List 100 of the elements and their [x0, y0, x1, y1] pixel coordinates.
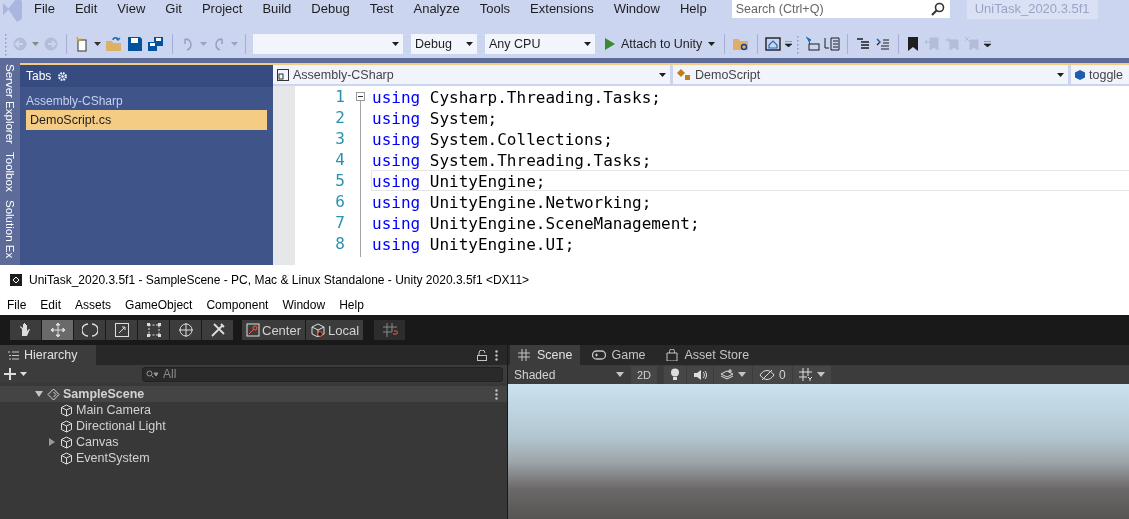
hidden-count: 0 — [779, 367, 786, 382]
scene-name[interactable]: SampleScene — [63, 387, 145, 401]
gizmo-grid-icon — [798, 368, 813, 381]
toolbar-dropdown[interactable]: Debug — [411, 34, 477, 54]
save-icon[interactable] — [127, 36, 143, 52]
more-options-icon[interactable] — [495, 350, 498, 361]
grid-icon — [518, 349, 532, 361]
side-tab[interactable]: Solution Ex — [1, 199, 19, 258]
menu-item[interactable]: Assets — [68, 298, 119, 312]
menu-item[interactable]: Test — [359, 0, 404, 19]
collapse-icon[interactable] — [356, 92, 365, 101]
gizmos-button[interactable] — [792, 365, 831, 384]
cube-icon — [60, 403, 73, 417]
menu-item[interactable]: Debug — [301, 0, 360, 19]
menu-item[interactable]: Edit — [33, 298, 69, 312]
menu-item[interactable]: Analyze — [403, 0, 470, 19]
overflow-caret-icon[interactable] — [984, 41, 992, 47]
hierarchy-item[interactable]: Directional Light — [76, 419, 166, 433]
caret-icon — [94, 42, 101, 46]
menu-item[interactable]: Window — [603, 0, 670, 19]
line-number: 1 — [334, 86, 345, 107]
caret-icon — [32, 42, 39, 46]
more-options-icon[interactable] — [495, 389, 498, 400]
move-icon — [49, 322, 66, 338]
line-number: 5 — [334, 170, 345, 191]
home-window-icon[interactable] — [765, 36, 782, 52]
menu-item[interactable]: View — [107, 0, 156, 19]
scene-viewport[interactable] — [508, 384, 1129, 519]
cube-icon — [60, 451, 73, 465]
bookmark-icon[interactable] — [906, 36, 921, 52]
hierarchy-item[interactable]: Main Camera — [76, 403, 152, 417]
menu-item[interactable]: Help — [669, 0, 717, 19]
member-dropdown[interactable]: toggle — [1071, 65, 1129, 84]
hand-tool-button[interactable] — [10, 320, 41, 340]
2d-mode-button[interactable]: 2D — [631, 365, 658, 384]
move-tool-button[interactable] — [42, 320, 73, 340]
hierarchy-item[interactable]: Canvas — [76, 435, 119, 449]
menu-item[interactable]: GameObject — [118, 298, 200, 312]
lock-icon[interactable] — [477, 350, 487, 361]
rotate-tool-button[interactable] — [74, 320, 105, 340]
menu-item[interactable]: File — [24, 0, 65, 19]
attach-button[interactable]: Attach to Unity — [603, 34, 718, 54]
class-icon — [677, 68, 691, 81]
code-line: using UnityEngine.UI; — [371, 234, 576, 254]
tree-view-icon[interactable] — [824, 36, 841, 52]
custom-tool-button[interactable] — [202, 320, 233, 340]
toolbar-dropdown[interactable]: Any CPU — [485, 34, 595, 54]
view-tab[interactable]: Asset Store — [657, 345, 758, 365]
hierarchy-item[interactable]: EventSystem — [76, 451, 150, 465]
menu-item[interactable]: Build — [252, 0, 302, 19]
project-icon — [277, 68, 289, 81]
expand-arrow-icon[interactable] — [47, 437, 57, 447]
side-tab[interactable]: Server Explorer — [1, 64, 19, 144]
save-all-icon[interactable] — [147, 36, 165, 52]
menu-item[interactable]: Project — [191, 0, 253, 19]
effects-button[interactable] — [714, 365, 753, 384]
pivot-rotation-button[interactable]: Local — [306, 320, 364, 340]
open-folder-icon[interactable] — [105, 36, 123, 52]
file-tab-item[interactable]: DemoScript.cs — [26, 110, 267, 130]
grid-snap-button[interactable] — [374, 320, 406, 340]
menu-item[interactable]: Extensions — [520, 0, 604, 19]
select-element-icon[interactable] — [804, 36, 821, 52]
caret-icon — [584, 42, 591, 46]
code-line: using UnityEngine.Networking; — [371, 192, 653, 212]
find-folder-icon[interactable] — [732, 36, 751, 52]
caret-icon — [738, 372, 747, 377]
expand-arrow-icon[interactable] — [34, 389, 44, 399]
menu-item[interactable]: File — [0, 298, 34, 312]
outdent-icon[interactable] — [855, 36, 872, 52]
scale-tool-button[interactable] — [106, 320, 137, 340]
lighting-button[interactable] — [664, 365, 687, 384]
new-item-icon[interactable] — [74, 36, 90, 52]
side-tab[interactable]: Toolbox — [1, 151, 19, 192]
hidden-objects-button[interactable]: 0 — [753, 365, 792, 384]
indent-icon[interactable] — [875, 36, 892, 52]
transform-tool-button[interactable] — [170, 320, 201, 340]
cube-icon — [60, 419, 73, 433]
grid-snap-icon — [381, 322, 398, 338]
add-dropdown-icon[interactable] — [4, 368, 28, 380]
startup-item-dropdown[interactable] — [253, 34, 403, 54]
view-tab[interactable]: Scene — [510, 345, 581, 365]
search-field[interactable]: Search (Ctrl+Q) — [730, 0, 951, 19]
pivot-mode-button[interactable]: Center — [242, 320, 306, 340]
view-tab[interactable]: Game — [584, 345, 654, 365]
menu-item[interactable]: Help — [332, 298, 371, 312]
rect-tool-button[interactable] — [138, 320, 169, 340]
menu-item[interactable]: Tools — [469, 0, 521, 19]
pivot-icon — [246, 323, 260, 337]
hierarchy-tab[interactable]: Hierarchy — [0, 345, 96, 365]
menu-item[interactable]: Git — [155, 0, 192, 19]
menu-item[interactable]: Component — [199, 298, 276, 312]
type-dropdown[interactable]: DemoScript — [673, 65, 1071, 84]
caret-icon — [659, 72, 666, 77]
settings-icon[interactable] — [57, 70, 69, 82]
hierarchy-search-field[interactable]: All — [142, 366, 503, 382]
field-icon — [1075, 69, 1085, 80]
menu-item[interactable]: Window — [275, 298, 333, 312]
menu-item[interactable]: Edit — [64, 0, 108, 19]
audio-button[interactable] — [687, 365, 714, 384]
line-number: 2 — [334, 107, 345, 128]
